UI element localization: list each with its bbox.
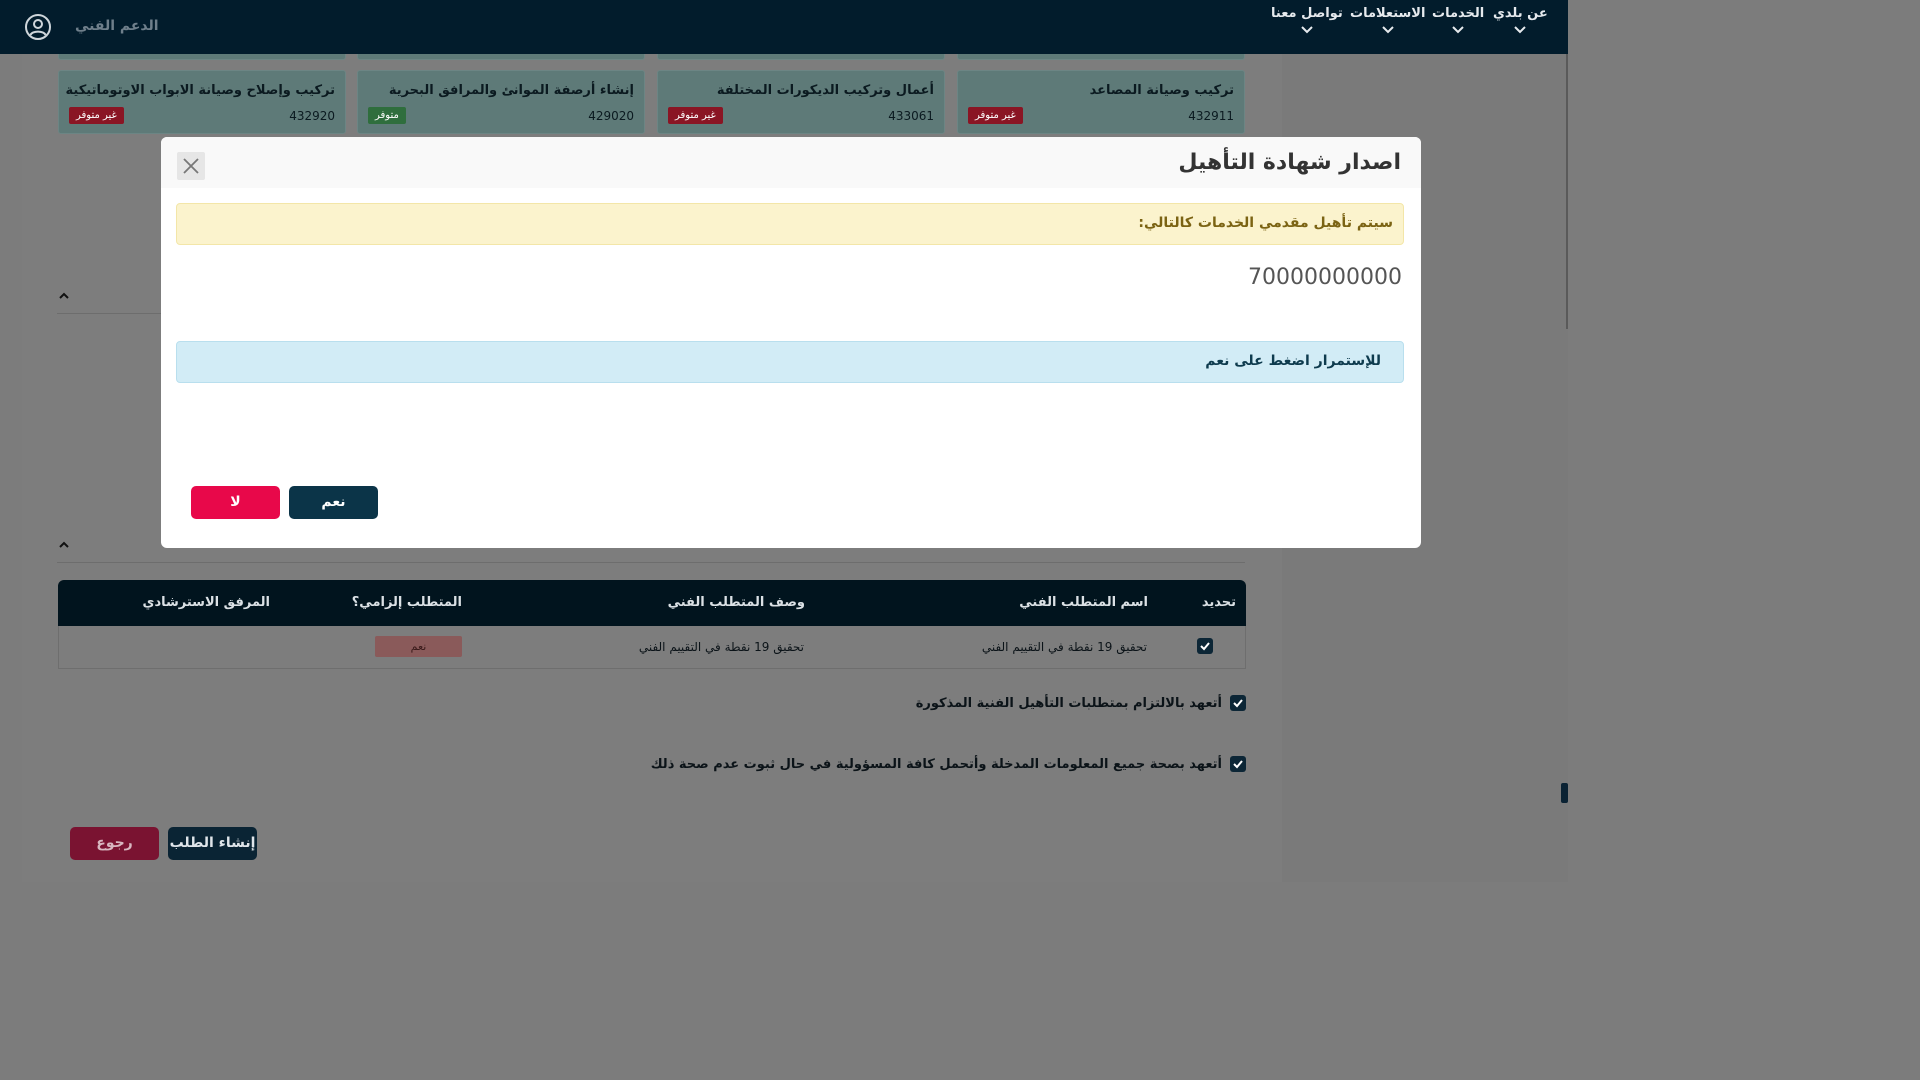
scrollbar-thumb[interactable] bbox=[1561, 783, 1568, 803]
provider-number: 70000000000 bbox=[1248, 265, 1402, 290]
col-mandatory: المتطلب إلزامي؟ bbox=[351, 595, 462, 610]
commitment-label: أتعهد بالالتزام بمتطلبات التأهيل الفنية … bbox=[915, 696, 1222, 711]
check-icon bbox=[1233, 699, 1243, 708]
service-code: 432911 bbox=[1188, 109, 1234, 123]
commitment-label: أتعهد بصحة جميع المعلومات المدخلة وأتحمل… bbox=[650, 757, 1222, 772]
status-badge: غير متوفر bbox=[668, 107, 723, 124]
chevron-down-icon bbox=[1301, 26, 1313, 34]
col-name: اسم المتطلب الفني bbox=[1019, 595, 1148, 610]
service-title: أعمال وتركيب الديكورات المختلفة bbox=[716, 83, 934, 98]
col-attachment: المرفق الاسترشادي bbox=[142, 595, 270, 610]
nav-item-label: عن بلدي bbox=[1493, 6, 1548, 21]
divider bbox=[57, 562, 1245, 563]
requirements-table: تحديد اسم المتطلب الفني وصف المتطلب الفن… bbox=[58, 580, 1246, 669]
mandatory-badge: نعم bbox=[375, 636, 462, 657]
chevron-down-icon bbox=[1452, 26, 1464, 34]
chevron-up-icon[interactable] bbox=[58, 540, 70, 550]
service-card[interactable]: تركيب وصيانة المصاعد 432911 غير متوفر bbox=[957, 70, 1245, 134]
page-edge bbox=[1566, 54, 1568, 329]
check-icon bbox=[1200, 642, 1210, 651]
service-card[interactable]: إنشاء أرصفة الموانئ والمرافق البحرية 429… bbox=[357, 70, 645, 134]
status-badge: غير متوفر bbox=[69, 107, 124, 124]
info-alert: للإستمرار اضغط على نعم bbox=[176, 341, 1404, 383]
commitment-checkbox[interactable] bbox=[1230, 756, 1246, 772]
service-card[interactable]: تركيب وإصلاح وصيانة الابواب الاوتوماتيكي… bbox=[58, 70, 346, 134]
modal-header: اصدار شهادة التأهيل bbox=[161, 137, 1421, 188]
col-select: تحديد bbox=[1201, 595, 1236, 610]
close-button[interactable] bbox=[177, 152, 205, 180]
table-row: تحقيق 19 نقطة في التقييم الفني تحقيق 19 … bbox=[58, 626, 1246, 669]
requirement-name: تحقيق 19 نقطة في التقييم الفني bbox=[981, 640, 1147, 654]
status-badge: متوفر bbox=[368, 107, 406, 124]
issue-certificate-modal: اصدار شهادة التأهيل سيتم تأهيل مقدمي الخ… bbox=[161, 137, 1421, 548]
requirement-description: تحقيق 19 نقطة في التقييم الفني bbox=[638, 640, 804, 654]
no-button[interactable]: لا bbox=[191, 486, 280, 519]
nav-item-label: الاستعلامات bbox=[1350, 6, 1426, 21]
info-text: للإستمرار اضغط على نعم bbox=[1205, 353, 1381, 369]
service-title: تركيب وإصلاح وصيانة الابواب الاوتوماتيكي… bbox=[65, 83, 335, 98]
warning-text: سيتم تأهيل مقدمي الخدمات كالتالي: bbox=[1138, 215, 1393, 231]
tech-support-link[interactable]: الدعم الفني bbox=[75, 18, 159, 34]
service-title: إنشاء أرصفة الموانئ والمرافق البحرية bbox=[388, 83, 634, 98]
chevron-down-icon bbox=[1514, 26, 1527, 34]
yes-button[interactable]: نعم bbox=[289, 486, 378, 519]
close-icon bbox=[183, 158, 199, 174]
row-checkbox[interactable] bbox=[1197, 638, 1213, 654]
check-icon bbox=[1233, 760, 1243, 769]
nav-item-contact[interactable]: تواصل معنا bbox=[1271, 6, 1343, 35]
nav-item-inquiries[interactable]: الاستعلامات bbox=[1350, 6, 1425, 35]
create-request-button[interactable]: إنشاء الطلب bbox=[168, 827, 257, 860]
nav-item-services[interactable]: الخدمات bbox=[1432, 6, 1484, 35]
chevron-down-icon bbox=[1382, 26, 1394, 34]
service-code: 432920 bbox=[289, 109, 335, 123]
warning-alert: سيتم تأهيل مقدمي الخدمات كالتالي: bbox=[176, 203, 1404, 245]
service-title: تركيب وصيانة المصاعد bbox=[1089, 83, 1234, 98]
nav-item-label: تواصل معنا bbox=[1271, 6, 1343, 21]
nav-item-about[interactable]: عن بلدي bbox=[1493, 6, 1548, 35]
service-card[interactable]: أعمال وتركيب الديكورات المختلفة 433061 غ… bbox=[657, 70, 945, 134]
modal-title: اصدار شهادة التأهيل bbox=[1178, 150, 1401, 175]
service-code: 433061 bbox=[888, 109, 934, 123]
status-badge: غير متوفر bbox=[968, 107, 1023, 124]
col-description: وصف المتطلب الفني bbox=[667, 595, 805, 610]
top-navbar: عن بلدي الخدمات الاستعلامات تواصل معنا ا… bbox=[0, 0, 1568, 54]
service-code: 429020 bbox=[588, 109, 634, 123]
table-header: تحديد اسم المتطلب الفني وصف المتطلب الفن… bbox=[58, 580, 1246, 626]
nav-item-label: الخدمات bbox=[1432, 6, 1485, 21]
chevron-up-icon[interactable] bbox=[58, 291, 70, 301]
commitment-checkbox[interactable] bbox=[1230, 695, 1246, 711]
user-circle-icon[interactable] bbox=[24, 13, 52, 41]
back-button[interactable]: رجوع bbox=[70, 827, 159, 860]
